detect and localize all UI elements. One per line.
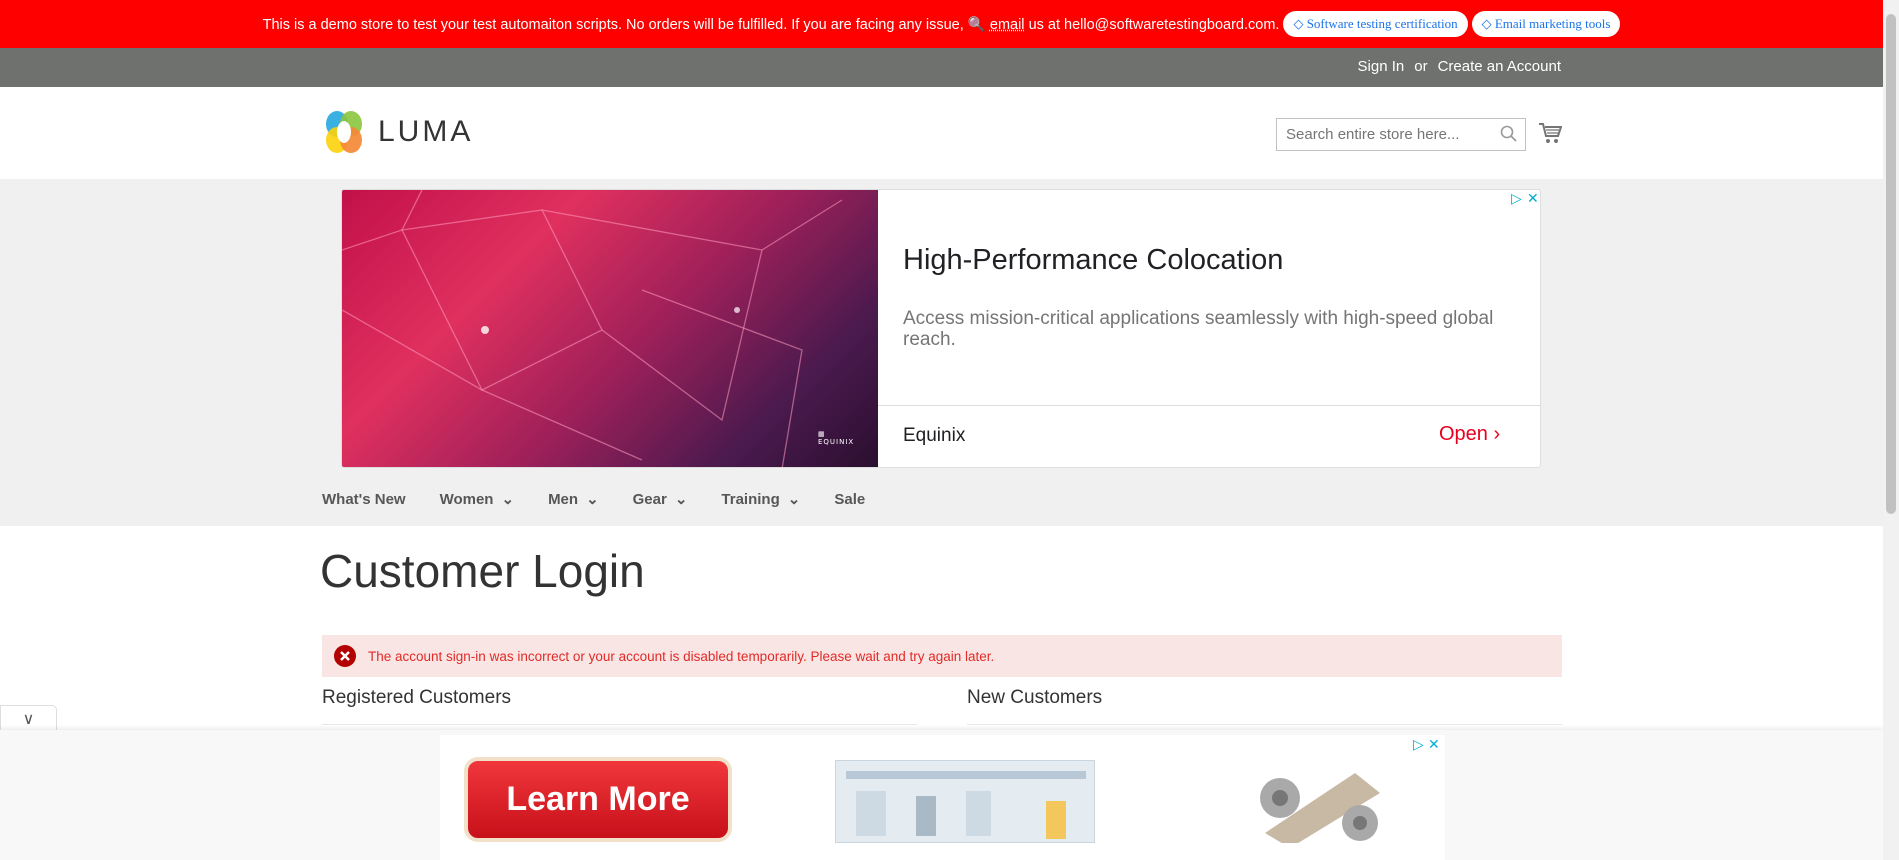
nav-men[interactable]: Men ⌄ (548, 490, 599, 509)
cart-icon[interactable] (1538, 121, 1562, 145)
chevron-down-icon: ⌄ (674, 491, 688, 508)
adchoices-icon[interactable]: ▷ (1413, 737, 1424, 753)
registered-customers-title: Registered Customers (322, 687, 512, 708)
ad-description: Access mission-critical applications sea… (903, 308, 1494, 350)
ad-image-lines (342, 190, 843, 467)
software-testing-certification-link[interactable]: ◇ Software testing certification (1283, 11, 1468, 37)
nav-women[interactable]: Women ⌄ (440, 490, 515, 509)
learn-more-ad-button[interactable]: Learn More (464, 757, 732, 842)
chevron-down-icon: ⌄ (787, 491, 801, 508)
logo-text: LUMA (378, 115, 474, 148)
scrollbar-thumb[interactable] (1886, 14, 1896, 514)
collapse-ad-button[interactable]: ∨ (0, 705, 57, 731)
chevron-down-icon: ∨ (22, 709, 35, 728)
ad-close-icon[interactable]: ✕ (1428, 737, 1440, 753)
equinix-image-logo: ▦ EQUINIX (818, 430, 855, 446)
nav-training[interactable]: Training ⌄ (721, 490, 801, 509)
luma-logo[interactable]: LUMA (322, 110, 473, 154)
ad-image[interactable]: ▦ EQUINIX (342, 190, 878, 467)
demo-notice-text: This is a demo store to test your test a… (262, 16, 1280, 33)
search-input[interactable] (1276, 118, 1526, 151)
nav-gear[interactable]: Gear ⌄ (633, 490, 688, 509)
divider (967, 724, 1562, 725)
nav-whats-new[interactable]: What's New (322, 490, 406, 508)
new-customers-title: New Customers (967, 687, 1103, 708)
page-title: Customer Login (320, 545, 645, 597)
error-text: The account sign-in was incorrect or you… (368, 648, 995, 664)
factory-illustration (846, 771, 1086, 839)
ad-open-button[interactable]: Open › (1439, 423, 1500, 446)
nuts-illustration (1260, 773, 1380, 848)
ad-advertiser: Equinix (903, 425, 966, 446)
sign-in-link[interactable]: Sign In (1358, 58, 1405, 75)
nav-sale[interactable]: Sale (834, 490, 865, 508)
hardware-ad-image[interactable] (1245, 763, 1395, 848)
ad-divider (878, 405, 1540, 406)
adchoices-icon[interactable]: ▷ (1511, 191, 1522, 207)
bottom-ad-banner: Learn More ▷ ✕ (0, 730, 1883, 860)
divider (322, 724, 917, 725)
main-navigation: What's New Women ⌄ Men ⌄ Gear ⌄ Training ⌄ S… (322, 490, 899, 509)
search-icon[interactable] (1500, 125, 1518, 143)
factory-ad-image[interactable] (835, 760, 1095, 843)
header (0, 87, 1883, 179)
email-marketing-tools-link[interactable]: ◇ Email marketing tools (1471, 11, 1621, 37)
top-ad-banner[interactable]: ▦ EQUINIX High-Performance Colocation Acc… (341, 189, 1541, 468)
or-text: or (1414, 58, 1428, 75)
bottom-ad[interactable]: Learn More ▷ ✕ (440, 735, 1445, 860)
error-icon (334, 645, 356, 667)
ad-title[interactable]: High-Performance Colocation (903, 244, 1283, 277)
create-account-link[interactable]: Create an Account (1438, 58, 1561, 75)
email-link[interactable]: email (990, 17, 1025, 33)
luma-logo-icon (326, 111, 362, 153)
chevron-down-icon: ⌄ (586, 491, 599, 508)
header-panel: Sign In or Create an Account (0, 48, 1883, 87)
demo-notice-bar: This is a demo store to test your test a… (0, 0, 1883, 48)
chevron-right-icon: › (1493, 423, 1501, 445)
error-message: The account sign-in was incorrect or you… (322, 635, 1562, 677)
chevron-down-icon: ⌄ (501, 491, 515, 508)
ad-close-icon[interactable]: ✕ (1527, 191, 1539, 207)
